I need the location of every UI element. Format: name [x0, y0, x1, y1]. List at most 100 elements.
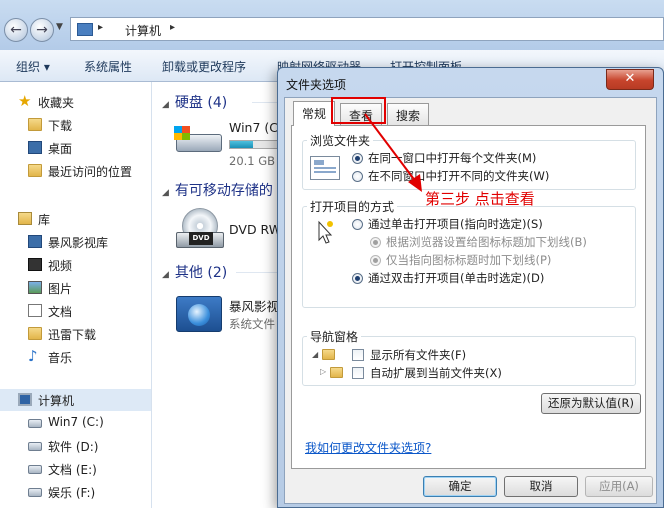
restore-defaults-button[interactable]: 还原为默认值(R)	[541, 393, 641, 414]
hard-drive-icon	[28, 419, 42, 428]
group-label: 其他 (2)	[174, 265, 228, 281]
nav-label: 计算机	[38, 394, 75, 408]
nav-label: 迅雷下载	[48, 328, 97, 342]
folder-icon	[322, 349, 335, 360]
tree-expanded-arrow-icon: ◢	[312, 350, 319, 359]
nav-item-downloads[interactable]: 下载	[0, 114, 150, 136]
browse-folders-illustration-icon	[310, 156, 340, 180]
dvd-drive-icon: DVD	[176, 208, 224, 252]
group-header-hard-disks[interactable]: ◢ 硬盘 (4)	[162, 92, 227, 112]
collapse-arrow-icon: ◢	[162, 100, 169, 110]
baofeng-library-subtitle: 系统文件	[229, 317, 275, 331]
tab-general[interactable]: 常规	[293, 101, 336, 126]
nav-label: 暴风影视库	[48, 236, 109, 250]
nav-label: 图片	[48, 282, 73, 296]
general-tab-page: 浏览文件夹 在同一窗口中打开每个文件夹(M) 在不同窗口中打开不同的文件夹(W)…	[291, 125, 646, 469]
nav-computer[interactable]: 计算机	[0, 389, 151, 411]
computer-icon	[18, 393, 32, 406]
show-all-folders-checkbox[interactable]	[352, 349, 364, 361]
hard-drive-icon	[174, 124, 224, 154]
nav-label: 软件 (D:)	[48, 440, 99, 454]
show-all-folders-label[interactable]: 显示所有文件夹(F)	[370, 347, 466, 363]
breadcrumb-computer[interactable]: 计算机	[125, 22, 161, 39]
tree-collapsed-arrow-icon: ▷	[320, 367, 327, 376]
folder-options-dialog: 文件夹选项 ✕ 常规 查看 搜索 浏览文件夹 在同一窗口中打开每个文件夹(M) …	[277, 67, 664, 508]
nav-label: 文档	[48, 305, 73, 319]
apply-button[interactable]: 应用(A)	[585, 476, 653, 497]
cursor-illustration-icon	[314, 218, 336, 248]
uninstall-program-button[interactable]: 卸载或更改程序	[162, 58, 246, 75]
nav-drive-d[interactable]: 软件 (D:)	[0, 435, 150, 457]
close-button[interactable]: ✕	[606, 69, 654, 90]
drive-c-free-space: 20.1 GB	[229, 154, 276, 168]
nav-label: 视频	[48, 259, 73, 273]
help-link[interactable]: 我如何更改文件夹选项?	[305, 439, 431, 456]
nav-item-videos[interactable]: 视频	[0, 254, 150, 276]
single-click-radio[interactable]	[352, 219, 363, 230]
group-legend: 导航窗格	[310, 330, 359, 344]
nav-label: 最近访问的位置	[48, 165, 133, 179]
desktop-icon	[28, 141, 42, 154]
folder-icon	[330, 367, 343, 378]
explorer-titlebar: ← → ▼ ▸ 计算机 ▸	[0, 0, 664, 50]
address-bar[interactable]: ▸ 计算机 ▸	[70, 17, 664, 41]
picture-icon	[28, 281, 42, 294]
close-icon: ✕	[624, 71, 636, 86]
underline-browser-radio[interactable]	[370, 237, 381, 248]
single-click-label[interactable]: 通过单击打开项目(指向时选定)(S)	[368, 216, 543, 232]
collapse-arrow-icon: ◢	[162, 188, 169, 198]
nav-item-baofeng-library[interactable]: 暴风影视库	[0, 231, 150, 253]
hard-drive-icon	[28, 442, 42, 451]
breadcrumb-separator-icon[interactable]: ▸	[170, 22, 175, 33]
library-icon	[18, 212, 32, 225]
double-click-radio[interactable]	[352, 273, 363, 284]
group-header-other[interactable]: ◢ 其他 (2)	[162, 262, 227, 282]
dvd-logo: DVD	[189, 232, 213, 245]
auto-expand-label[interactable]: 自动扩展到当前文件夹(X)	[370, 365, 502, 381]
nav-item-documents[interactable]: 文档	[0, 300, 150, 322]
double-click-label[interactable]: 通过双击打开项目(单击时选定)(D)	[368, 270, 544, 286]
dialog-body: 常规 查看 搜索 浏览文件夹 在同一窗口中打开每个文件夹(M) 在不同窗口中打开…	[284, 97, 657, 504]
document-icon	[28, 304, 42, 317]
group-label: 有可移动存储的	[174, 183, 273, 199]
video-icon	[28, 258, 42, 271]
forward-button[interactable]: →	[30, 18, 54, 42]
media-library-icon	[28, 235, 42, 248]
nav-item-pictures[interactable]: 图片	[0, 277, 150, 299]
system-properties-button[interactable]: 系统属性	[84, 58, 132, 75]
music-note-icon: ♪	[28, 347, 38, 365]
group-legend: 打开项目的方式	[310, 200, 395, 214]
nav-item-desktop[interactable]: 桌面	[0, 137, 150, 159]
download-folder-icon	[28, 327, 42, 340]
nav-label: 文档 (E:)	[48, 463, 97, 477]
ok-button[interactable]: 确定	[423, 476, 497, 497]
organize-menu-button[interactable]: 组织 ▾	[16, 58, 50, 75]
auto-expand-checkbox[interactable]	[352, 367, 364, 379]
nav-label: Win7 (C:)	[48, 415, 104, 429]
group-header-removable[interactable]: ◢ 有可移动存储的	[162, 180, 273, 200]
nav-item-recent-places[interactable]: 最近访问的位置	[0, 160, 150, 182]
underline-hover-label[interactable]: 仅当指向图标标题时加下划线(P)	[386, 252, 551, 268]
dvd-drive-name[interactable]: DVD RW	[229, 222, 281, 237]
hard-drive-icon	[28, 465, 42, 474]
underline-browser-label[interactable]: 根据浏览器设置给图标标题加下划线(B)	[386, 234, 587, 250]
nav-label: 收藏夹	[38, 96, 75, 110]
recent-pages-chevron-icon[interactable]: ▼	[56, 22, 63, 32]
nav-label: 桌面	[48, 142, 73, 156]
nav-favorites[interactable]: ★ 收藏夹	[0, 91, 150, 113]
drive-c-name[interactable]: Win7 (C:	[229, 120, 282, 135]
nav-label: 库	[38, 213, 51, 227]
annotation-text: 第三步 点击查看	[425, 190, 535, 208]
nav-drive-f[interactable]: 娱乐 (F:)	[0, 481, 150, 503]
nav-libraries[interactable]: 库	[0, 208, 150, 230]
breadcrumb-separator-icon[interactable]: ▸	[98, 22, 103, 33]
nav-drive-e[interactable]: 文档 (E:)	[0, 458, 150, 480]
nav-item-thunder-downloads[interactable]: 迅雷下载	[0, 323, 150, 345]
nav-label: 下载	[48, 119, 73, 133]
underline-hover-radio[interactable]	[370, 255, 381, 266]
cancel-button[interactable]: 取消	[504, 476, 578, 497]
back-button[interactable]: ←	[4, 18, 28, 42]
download-folder-icon	[28, 118, 42, 131]
nav-drive-c[interactable]: Win7 (C:)	[0, 412, 150, 434]
nav-item-music[interactable]: ♪ 音乐	[0, 346, 150, 368]
